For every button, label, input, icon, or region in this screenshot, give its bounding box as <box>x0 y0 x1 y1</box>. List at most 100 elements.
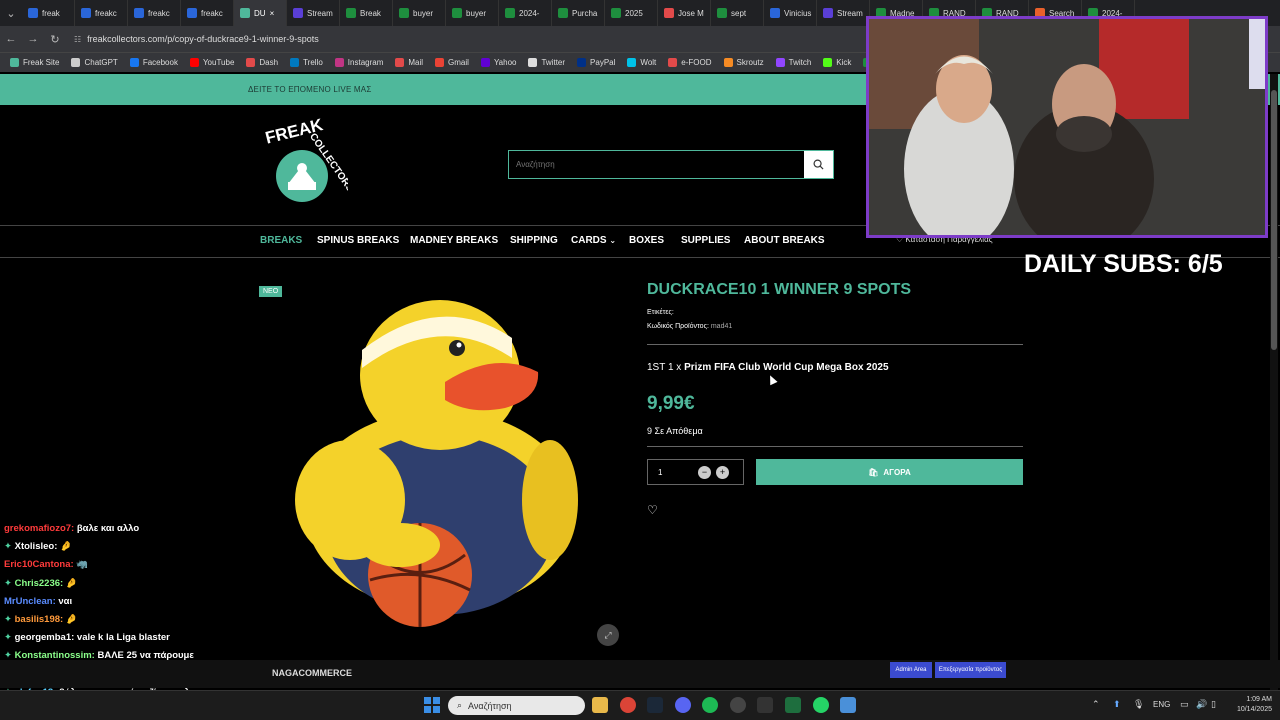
steam-icon[interactable] <box>647 697 663 713</box>
spotify-icon[interactable] <box>702 697 718 713</box>
browser-tab[interactable]: sept <box>711 0 764 26</box>
search-button[interactable] <box>804 151 833 178</box>
address-bar[interactable]: ☷ freakcollectors.com/p/copy-of-duckrace… <box>74 34 319 44</box>
browser-tab[interactable]: freakc <box>128 0 181 26</box>
browser-tab[interactable]: freakc <box>181 0 234 26</box>
bookmark-favicon-icon <box>334 58 344 67</box>
bookmark-item[interactable]: e-FOOD <box>662 58 717 67</box>
nav-item-spinus-breaks[interactable]: SPINUS BREAKS <box>317 235 399 246</box>
edit-product-button[interactable]: Επεξεργασία προϊόντος <box>935 662 1006 678</box>
tray-chevron-icon[interactable]: ⌃ <box>1092 699 1100 710</box>
taskbar-search[interactable]: ⌕ Αναζήτηση <box>448 696 585 715</box>
freak-collectors-logo[interactable]: FREAK COLLECTORS <box>262 118 348 210</box>
buy-button[interactable]: 🛍 ΑΓΟΡΑ <box>756 459 1023 485</box>
browser-tab[interactable]: buyer <box>446 0 499 26</box>
site-info-icon[interactable]: ☷ <box>74 35 81 44</box>
file-explorer-icon[interactable] <box>592 697 608 713</box>
chat-message: ✦ Chris2236: 🤌 <box>4 575 254 593</box>
back-icon[interactable]: ← <box>0 33 22 45</box>
scrollbar-thumb[interactable] <box>1271 90 1277 350</box>
product-description-bold: Prizm FIFA Club World Cup Mega Box 2025 <box>684 362 889 373</box>
zoom-button[interactable]: ⤢ <box>597 624 619 646</box>
bookmark-item[interactable]: Freak Site <box>4 58 65 67</box>
decrease-quantity-button[interactable]: − <box>698 465 711 479</box>
nav-item-madney-breaks[interactable]: MADNEY BREAKS <box>410 235 498 246</box>
wishlist-heart-icon[interactable]: ♡ <box>647 503 658 517</box>
tray-app-icon[interactable]: ⬆ <box>1113 699 1121 710</box>
browser-tab[interactable]: freakc <box>75 0 128 26</box>
reload-icon[interactable]: ↻ <box>44 33 66 46</box>
taskbar-clock[interactable]: 1:09 AM 10/14/2025 <box>1222 695 1272 715</box>
buy-button-label: ΑΓΟΡΑ <box>883 467 911 477</box>
bookmark-item[interactable]: Instagram <box>329 58 390 67</box>
bookmark-item[interactable]: Kick <box>817 58 857 67</box>
tab-favicon-icon <box>399 8 409 18</box>
browser-tab[interactable]: DU × <box>234 0 287 26</box>
browser-tab[interactable]: 2024- <box>499 0 552 26</box>
daily-subs-counter: DAILY SUBS: 6/5 <box>1024 250 1223 278</box>
browser-tab[interactable]: freak <box>22 0 75 26</box>
increase-quantity-button[interactable]: + <box>716 465 729 479</box>
product-tags: Ετικέτες: <box>647 309 674 316</box>
bookmark-item[interactable]: ChatGPT <box>65 58 123 67</box>
volume-icon[interactable]: 🔊 <box>1196 699 1207 710</box>
quantity-input[interactable] <box>648 467 698 477</box>
bookmark-item[interactable]: Yahoo <box>475 58 523 67</box>
bookmark-favicon-icon <box>395 58 405 67</box>
browser-tab[interactable]: Jose M <box>658 0 711 26</box>
chat-username: basilis198: <box>14 613 64 625</box>
obs-icon[interactable] <box>730 697 746 713</box>
bookmark-favicon-icon <box>290 58 300 67</box>
nav-item-shipping[interactable]: SHIPPING <box>510 235 558 246</box>
close-tab-icon[interactable]: × <box>270 9 275 18</box>
bookmark-favicon-icon <box>823 58 833 67</box>
site-search <box>508 150 834 179</box>
tab-favicon-icon <box>28 8 38 18</box>
browser-tab[interactable]: Stream <box>817 0 870 26</box>
network-icon[interactable]: ▭ <box>1180 699 1189 710</box>
bookmark-favicon-icon <box>71 58 81 67</box>
battery-icon[interactable]: ▯ <box>1211 699 1216 710</box>
windows-start-icon[interactable] <box>424 697 440 713</box>
language-indicator[interactable]: ENG <box>1153 700 1170 709</box>
tab-list-icon[interactable]: ⌄ <box>0 7 22 20</box>
bookmark-item[interactable]: PayPal <box>571 58 621 67</box>
browser-tab[interactable]: Purcha <box>552 0 605 26</box>
capcut-icon[interactable] <box>757 697 773 713</box>
product-image[interactable] <box>280 290 600 630</box>
browser-tab[interactable]: Stream <box>287 0 340 26</box>
bookmark-item[interactable]: Facebook <box>124 58 184 67</box>
browser-tab[interactable]: 2025 <box>605 0 658 26</box>
nav-item-cards[interactable]: CARDS ⌄ <box>571 235 616 246</box>
browser-tab[interactable]: buyer <box>393 0 446 26</box>
microphone-icon[interactable]: 🎙 <box>1133 699 1144 710</box>
admin-area-button[interactable]: Admin Area <box>890 662 932 678</box>
nav-item-breaks[interactable]: BREAKS <box>260 235 302 246</box>
chrome-icon[interactable] <box>620 697 636 713</box>
bookmark-item[interactable]: Mail <box>389 58 429 67</box>
bookmark-item[interactable]: Twitch <box>770 58 818 67</box>
nav-item-cards-label: CARDS <box>571 235 607 246</box>
search-input[interactable] <box>509 151 804 178</box>
browser-tab[interactable]: Vinicius <box>764 0 817 26</box>
nav-item-about-breaks[interactable]: ABOUT BREAKS <box>744 235 825 246</box>
whatsapp-icon[interactable] <box>813 697 829 713</box>
browser-tab[interactable]: Break <box>340 0 393 26</box>
nav-item-boxes[interactable]: BOXES <box>629 235 664 246</box>
bookmark-item[interactable]: Wolt <box>621 58 662 67</box>
bookmark-item[interactable]: Twitter <box>522 58 571 67</box>
bookmark-item[interactable]: YouTube <box>184 58 240 67</box>
excel-icon[interactable] <box>785 697 801 713</box>
bookmark-item[interactable]: Skroutz <box>718 58 770 67</box>
windows-taskbar <box>0 690 1280 720</box>
webcam-overlay <box>866 16 1268 238</box>
nagacommerce-logo[interactable]: NAGACOMMERCE <box>272 668 352 678</box>
bookmark-item[interactable]: Dash <box>240 58 284 67</box>
nav-item-supplies[interactable]: SUPPLIES <box>681 235 730 246</box>
discord-icon[interactable] <box>675 697 691 713</box>
notepad-icon[interactable] <box>840 697 856 713</box>
bookmark-item[interactable]: Trello <box>284 58 329 67</box>
forward-icon[interactable]: → <box>22 33 44 45</box>
mouse-cursor <box>766 373 778 386</box>
bookmark-item[interactable]: Gmail <box>429 58 475 67</box>
